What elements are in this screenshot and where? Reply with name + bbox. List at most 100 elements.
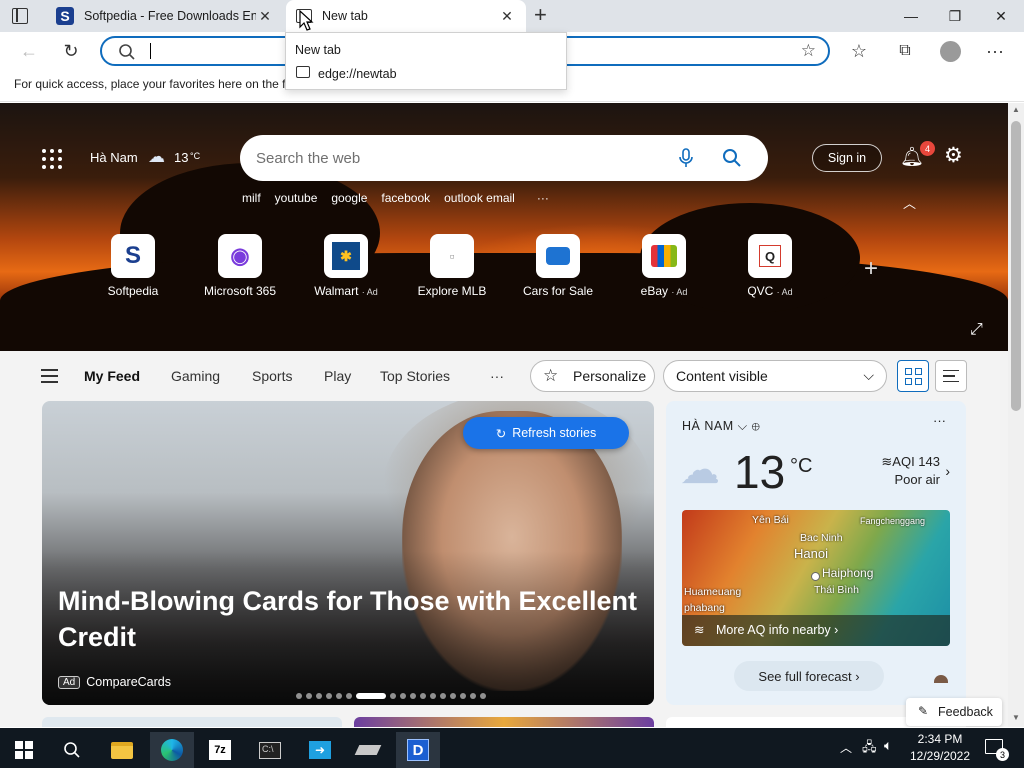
minimize-icon[interactable]: — <box>888 0 934 32</box>
quicklink-qvc[interactable]: Q QVC · Ad <box>725 234 815 298</box>
carousel-dot[interactable] <box>430 693 436 699</box>
close-window-icon[interactable]: ✕ <box>978 0 1024 32</box>
next-story-card[interactable] <box>354 717 654 727</box>
page-scrollbar[interactable]: ▲ ▼ <box>1008 103 1024 727</box>
show-hidden-icons-chevron[interactable]: ︿ <box>840 739 852 756</box>
carousel-dot[interactable] <box>296 693 302 699</box>
volume-icon[interactable]: 🔈︎ <box>884 737 892 754</box>
carousel-dot[interactable] <box>390 693 396 699</box>
add-favorite-star-icon[interactable]: ☆ <box>801 41 816 61</box>
feed-tab-gaming[interactable]: Gaming <box>171 368 220 384</box>
source-name[interactable]: CompareCards <box>86 675 171 689</box>
scroll-down-icon[interactable]: ▼ <box>1012 713 1020 722</box>
weather-more-icon[interactable]: ··· <box>933 413 946 428</box>
hero-location[interactable]: Hà Nam <box>90 150 138 165</box>
file-explorer-icon[interactable] <box>100 732 144 768</box>
tab-actions-icon[interactable] <box>12 8 28 24</box>
list-view-icon[interactable] <box>935 360 967 392</box>
close-tab-icon[interactable]: ✕ <box>498 8 516 25</box>
carousel-dot[interactable] <box>336 693 342 699</box>
personalize-button[interactable]: ☆ Personalize <box>530 360 655 392</box>
carousel-dot[interactable] <box>410 693 416 699</box>
disk-drive-icon[interactable] <box>346 732 390 768</box>
add-quicklink-plus-icon[interactable]: + <box>864 255 878 283</box>
favorites-icon[interactable]: ☆ <box>844 37 874 65</box>
carousel-dot[interactable] <box>316 693 322 699</box>
web-search-bar[interactable]: Search the web <box>240 135 768 181</box>
next-story-card[interactable] <box>42 717 342 727</box>
system-clock[interactable]: 2:34 PM 12/29/2022 <box>900 731 980 765</box>
quicklink-walmart[interactable]: ✱ Walmart · Ad <box>301 234 391 298</box>
carousel-dot[interactable] <box>440 693 446 699</box>
apps-grid-icon[interactable] <box>42 149 62 169</box>
carousel-dot[interactable] <box>460 693 466 699</box>
trending-item[interactable]: outlook email <box>444 191 515 205</box>
back-arrow-icon[interactable]: ← <box>14 37 44 65</box>
expand-background-icon[interactable]: ⤢ <box>970 321 983 339</box>
tab-softpedia[interactable]: S Softpedia - Free Downloads Encyclopedi… <box>46 0 284 32</box>
network-icon[interactable]: 🖧︎ <box>862 738 877 760</box>
tab-new-tab[interactable]: New tab ✕ <box>286 0 526 32</box>
trending-item[interactable]: youtube <box>275 191 318 205</box>
quicklink-cars-for-sale[interactable]: Cars for Sale <box>513 234 603 298</box>
more-feed-tabs-icon[interactable]: ··· <box>490 368 504 384</box>
trending-item[interactable]: facebook <box>381 191 430 205</box>
feed-tab-play[interactable]: Play <box>324 368 351 384</box>
collections-icon[interactable]: ⧉ <box>890 37 920 65</box>
carousel-dot[interactable] <box>450 693 456 699</box>
collapse-chevron-icon[interactable]: ︿ <box>903 193 916 212</box>
refresh-stories-button[interactable]: ↻ Refresh stories <box>463 417 629 449</box>
see-forecast-button[interactable]: See full forecast › <box>734 661 884 691</box>
restore-icon[interactable]: ❐ <box>932 0 978 32</box>
new-tab-plus-icon[interactable]: + <box>534 4 554 28</box>
carousel-dot[interactable] <box>346 693 352 699</box>
carousel-dots[interactable] <box>296 693 486 699</box>
edge-browser-icon[interactable] <box>150 732 194 768</box>
carousel-dot[interactable] <box>326 693 332 699</box>
close-tab-icon[interactable]: ✕ <box>256 8 274 25</box>
feed-tab-sports[interactable]: Sports <box>252 368 292 384</box>
start-windows-icon[interactable] <box>2 732 46 768</box>
air-quality-map[interactable]: Yên Bái Bac Ninh Hanoi Haiphong Thái Bìn… <box>682 510 950 646</box>
carousel-dot[interactable] <box>400 693 406 699</box>
feedback-button[interactable]: ✎ Feedback <box>906 698 1002 726</box>
feed-tab-top-stories[interactable]: Top Stories <box>380 368 450 384</box>
more-trending-icon[interactable]: ··· <box>537 191 549 205</box>
quicklink-ebay[interactable]: eBay · Ad <box>619 234 709 298</box>
scrollbar-thumb[interactable] <box>1011 121 1021 411</box>
taskbar-search-icon[interactable] <box>50 732 94 768</box>
refresh-icon[interactable]: ↻ <box>56 37 86 65</box>
carousel-dot[interactable] <box>306 693 312 699</box>
scroll-up-icon[interactable]: ▲ <box>1012 105 1020 114</box>
trending-item[interactable]: google <box>331 191 367 205</box>
quicklink-softpedia[interactable]: S Softpedia <box>88 234 178 298</box>
air-quality[interactable]: ≋AQI 143 Poor air <box>881 453 940 489</box>
carousel-dot[interactable] <box>356 693 386 699</box>
settings-gear-icon[interactable]: ⚙ <box>944 143 963 168</box>
story-headline[interactable]: Mind-Blowing Cards for Those with Excell… <box>58 583 648 655</box>
carousel-dot[interactable] <box>480 693 486 699</box>
quicklink-explore-mlb[interactable]: ▫ Explore MLB <box>407 234 497 298</box>
microphone-icon[interactable] <box>678 148 694 168</box>
grid-view-icon[interactable] <box>897 360 929 392</box>
profile-avatar-icon[interactable] <box>940 41 961 62</box>
carousel-dot[interactable] <box>420 693 426 699</box>
carousel-dot[interactable] <box>470 693 476 699</box>
hamburger-menu-icon[interactable] <box>41 369 58 383</box>
more-options-icon[interactable]: ··· <box>980 37 1010 65</box>
more-aq-info-link[interactable]: ≋ More AQ info nearby › <box>682 615 950 646</box>
sign-in-button[interactable]: Sign in <box>812 144 882 172</box>
featured-story-card[interactable]: ↻ Refresh stories Mind-Blowing Cards for… <box>42 401 654 705</box>
d-app-icon[interactable]: D <box>396 732 440 768</box>
quicklink-microsoft-365[interactable]: ◉ Microsoft 365 <box>195 234 285 298</box>
search-submit-icon[interactable] <box>722 148 742 168</box>
weather-card[interactable]: HÀ NAM ⌵ ⊕ ··· ☁ 13 °C ≋AQI 143 Poor air… <box>666 401 966 705</box>
feed-tab-my-feed[interactable]: My Feed <box>84 368 140 384</box>
7zip-icon[interactable]: 7z <box>198 732 242 768</box>
chevron-right-icon[interactable]: › <box>945 463 950 479</box>
remote-app-icon[interactable]: ➜ <box>298 732 342 768</box>
command-prompt-icon[interactable]: C:\ <box>248 732 292 768</box>
weather-location[interactable]: HÀ NAM ⌵ ⊕ <box>682 419 760 434</box>
trending-item[interactable]: milf <box>242 191 261 205</box>
content-visibility-select[interactable]: Content visible ⌵ <box>663 360 887 392</box>
